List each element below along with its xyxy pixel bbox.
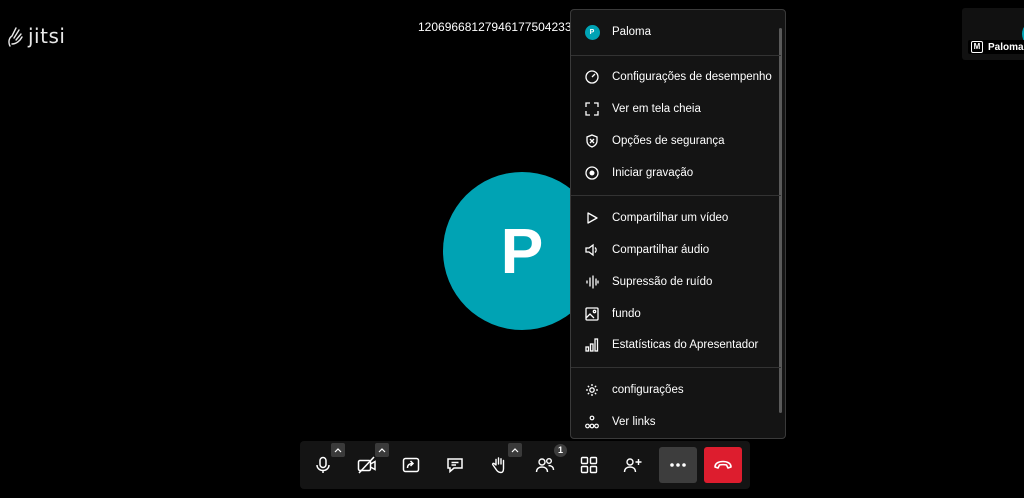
menu-item-label: Compartilhar áudio (612, 244, 710, 256)
invite-button[interactable] (614, 447, 652, 483)
chevron-up-icon (334, 447, 342, 452)
menu-item-label: fundo (612, 308, 641, 320)
hangup-button[interactable] (704, 447, 742, 483)
links-icon (584, 414, 600, 430)
menu-item-noise-suppression[interactable]: Supressão de ruído (571, 267, 779, 297)
more-icon (670, 463, 686, 467)
toolbar (300, 441, 750, 489)
tile-view-button[interactable] (570, 447, 608, 483)
microphone-icon (316, 456, 330, 473)
menu-divider (571, 195, 781, 196)
chevron-up-icon (511, 447, 519, 452)
bar-chart-icon (584, 337, 600, 353)
menu-item-label: Compartilhar um vídeo (612, 212, 729, 224)
gauge-icon (584, 69, 600, 85)
menu-item-fullscreen[interactable]: Ver em tela cheia (571, 94, 779, 124)
avatar-initial: P (500, 215, 544, 287)
jitsi-logo: jitsi (6, 24, 65, 48)
menu-item-share-video[interactable]: Compartilhar um vídeo (571, 203, 779, 233)
moderator-icon: M (971, 41, 983, 53)
menu-scrollbar[interactable] (779, 28, 782, 413)
tile-view-icon (580, 456, 598, 474)
menu-item-recording[interactable]: Iniciar gravação (571, 158, 779, 188)
camera-options-caret[interactable] (375, 443, 389, 457)
fullscreen-icon (584, 101, 600, 117)
add-user-icon (623, 458, 642, 473)
raise-hand-icon (491, 457, 505, 474)
participants-count-badge: 1 (554, 444, 567, 457)
menu-item-security[interactable]: Opções de segurança (571, 126, 779, 156)
participants-icon (535, 458, 555, 473)
reactions-caret[interactable] (508, 443, 522, 457)
gear-icon (584, 382, 600, 398)
hangup-icon (714, 460, 732, 469)
camera-off-icon (357, 456, 376, 474)
more-actions-menu: P Paloma Configurações de desempenho Ver… (570, 9, 786, 439)
user-avatar-icon: P (584, 24, 600, 40)
speaker-icon (584, 242, 600, 258)
menu-item-label: Iniciar gravação (612, 167, 694, 179)
profile-name: Paloma (612, 26, 651, 38)
microphone-options-caret[interactable] (331, 443, 345, 457)
tile-name: Paloma (988, 41, 1024, 53)
menu-item-settings[interactable]: configurações (571, 375, 779, 405)
filmstrip-tile[interactable]: M Paloma (962, 8, 1024, 60)
menu-item-label: Ver links (612, 416, 656, 428)
menu-item-performance[interactable]: Configurações de desempenho (571, 62, 779, 92)
chat-icon (447, 458, 463, 474)
screen-share-button[interactable] (392, 447, 430, 483)
jitsi-hand-icon (8, 27, 23, 47)
record-icon (584, 165, 600, 181)
chevron-up-icon (378, 447, 386, 452)
logo-text: jitsi (28, 24, 66, 48)
menu-item-speaker-stats[interactable]: Estatísticas do Apresentador (571, 330, 779, 360)
menu-item-label: configurações (612, 384, 684, 396)
waveform-icon (584, 274, 600, 290)
screen-share-icon (402, 457, 420, 473)
menu-item-share-audio[interactable]: Compartilhar áudio (571, 235, 779, 265)
menu-item-label: Configurações de desempenho (612, 71, 772, 83)
room-name: 1206966812794617750423332 (418, 20, 585, 34)
menu-item-links[interactable]: Ver links (571, 407, 779, 437)
shield-icon (584, 133, 600, 149)
menu-item-label: Ver em tela cheia (612, 103, 701, 115)
menu-item-profile[interactable]: P Paloma (571, 17, 779, 47)
image-icon (584, 306, 600, 322)
tile-name-label: M Paloma (968, 40, 1024, 54)
menu-item-label: Supressão de ruído (612, 276, 713, 288)
menu-divider (571, 55, 781, 56)
menu-item-background[interactable]: fundo (571, 299, 779, 329)
menu-divider (571, 367, 781, 368)
chat-button[interactable] (436, 447, 474, 483)
play-icon (584, 210, 600, 226)
menu-item-label: Opções de segurança (612, 135, 725, 147)
more-actions-button[interactable] (659, 447, 697, 483)
menu-item-label: Estatísticas do Apresentador (612, 339, 759, 351)
